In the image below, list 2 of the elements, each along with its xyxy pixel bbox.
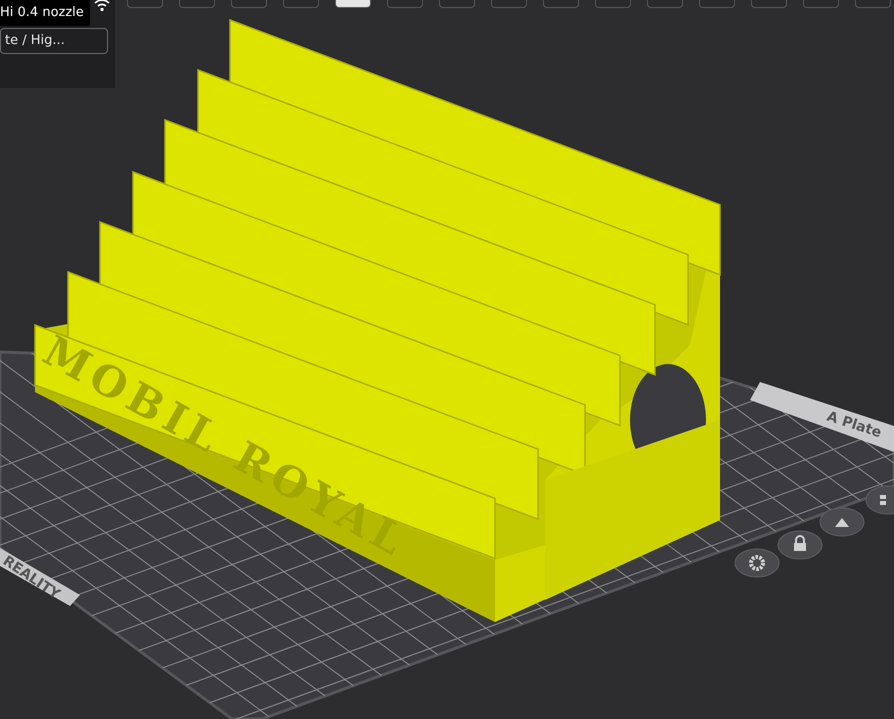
tooltip: Hi 0.4 nozzle [0,0,90,26]
plate-label: A Plate [824,408,884,442]
